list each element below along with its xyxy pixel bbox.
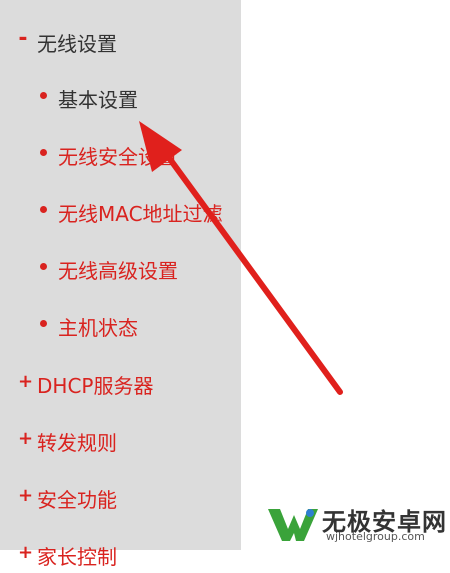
expand-icon[interactable]: +: [18, 544, 33, 562]
bullet-icon: [40, 149, 47, 156]
menu-item-basic-settings[interactable]: 基本设置: [0, 78, 241, 118]
menu-group-parental-control[interactable]: + 家长控制: [0, 533, 241, 573]
wj-logo-icon: [268, 509, 318, 541]
menu-item-mac-filter[interactable]: 无线MAC地址过滤: [0, 192, 241, 232]
bullet-icon: [40, 92, 47, 99]
menu-item-label[interactable]: 基本设置: [58, 84, 138, 113]
bullet-icon: [40, 206, 47, 213]
menu-group-wireless-label[interactable]: 无线设置: [37, 28, 117, 57]
menu-item-label[interactable]: 无线MAC地址过滤: [58, 198, 223, 227]
watermark-url: wjhotelgroup.com: [326, 530, 425, 543]
menu-item-advanced-settings[interactable]: 无线高级设置: [0, 249, 241, 289]
expand-icon[interactable]: +: [18, 373, 33, 391]
menu-group-security[interactable]: + 安全功能: [0, 476, 241, 516]
watermark: 无极安卓网 wjhotelgroup.com: [266, 500, 450, 546]
menu-group-security-label[interactable]: 安全功能: [37, 484, 117, 513]
bullet-icon: [40, 320, 47, 327]
expand-icon[interactable]: +: [18, 487, 33, 505]
menu-group-dhcp[interactable]: + DHCP服务器: [0, 362, 241, 402]
menu-group-wireless[interactable]: - 无线设置: [0, 20, 241, 60]
menu-group-parental-control-label[interactable]: 家长控制: [37, 541, 117, 570]
menu-item-label[interactable]: 无线高级设置: [58, 255, 178, 284]
sidebar-menu: - 无线设置 基本设置 无线安全设置 无线MAC地址过滤 无线高级设置 主机状态…: [0, 0, 241, 569]
menu-item-label[interactable]: 无线安全设置: [58, 141, 178, 170]
menu-group-forwarding[interactable]: + 转发规则: [0, 419, 241, 459]
menu-item-host-status[interactable]: 主机状态: [0, 306, 241, 346]
expand-icon[interactable]: +: [18, 430, 33, 448]
collapse-icon[interactable]: -: [18, 28, 28, 50]
menu-group-dhcp-label[interactable]: DHCP服务器: [37, 370, 153, 399]
menu-item-label[interactable]: 主机状态: [58, 312, 138, 341]
menu-item-wireless-security[interactable]: 无线安全设置: [0, 135, 241, 175]
bullet-icon: [40, 263, 47, 270]
menu-group-forwarding-label[interactable]: 转发规则: [37, 427, 117, 456]
